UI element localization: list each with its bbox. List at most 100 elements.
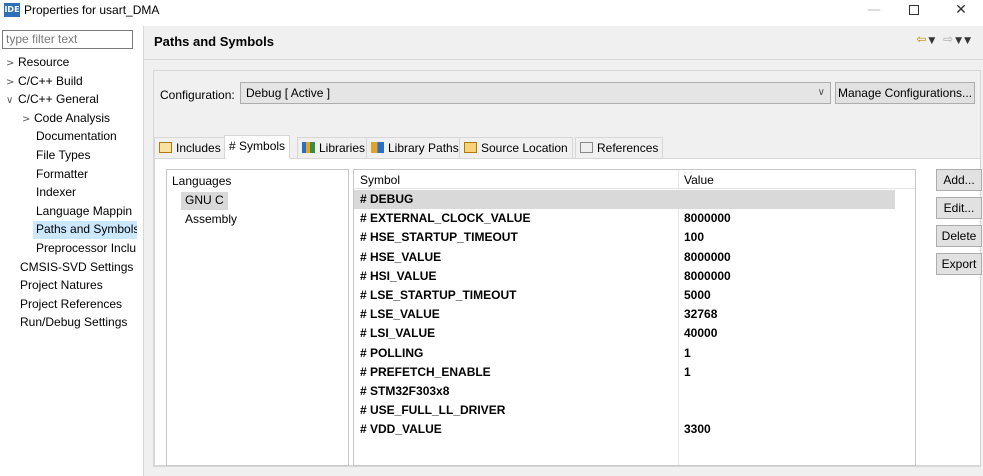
tab-label: References: [597, 141, 659, 155]
add-button[interactable]: Add...: [936, 169, 982, 191]
tree-item-documentation[interactable]: Documentation: [36, 128, 137, 146]
language-item-gnu-c[interactable]: GNU C: [181, 192, 228, 210]
tab-includes[interactable]: Includes: [154, 137, 226, 158]
table-row[interactable]: # EXTERNAL_CLOCK_VALUE 8000000: [354, 209, 895, 228]
column-header-value[interactable]: Value: [684, 173, 714, 187]
tree-item-cmsis-svd-settings[interactable]: CMSIS-SVD Settings: [20, 259, 137, 277]
language-label: Assembly: [185, 212, 238, 226]
tree-item-label: Language Mappin: [36, 203, 133, 218]
export-button[interactable]: Export: [936, 253, 982, 275]
tree-item-label: C/C++ General: [18, 92, 99, 107]
table-row[interactable]: # POLLING 1: [354, 344, 895, 363]
back-dropdown-icon[interactable]: ▼: [928, 36, 937, 46]
configuration-label: Configuration:: [160, 88, 235, 102]
tree-item-indexer[interactable]: Indexer: [36, 184, 137, 202]
tree-item-language-mappin[interactable]: Language Mappin: [36, 203, 137, 221]
chevron-right-icon[interactable]: >: [22, 111, 34, 128]
table-row[interactable]: # PREFETCH_ENABLE 1: [354, 363, 895, 382]
symbol-cell: # DEBUG: [360, 192, 414, 206]
chevron-right-icon[interactable]: >: [6, 55, 18, 72]
tree-item-resource[interactable]: > Resource: [6, 54, 137, 72]
symbol-cell: # LSE_STARTUP_TIMEOUT: [360, 288, 517, 302]
tree-item-file-types[interactable]: File Types: [36, 147, 137, 165]
table-row[interactable]: # HSE_STARTUP_TIMEOUT 100: [354, 228, 895, 247]
value-cell: 8000000: [684, 211, 731, 226]
symbol-cell: # LSE_VALUE: [360, 307, 440, 322]
tree-item-preprocessor-inclu[interactable]: Preprocessor Inclu: [36, 240, 137, 258]
edit-button[interactable]: Edit...: [936, 197, 982, 219]
symbol-cell: # HSE_VALUE: [360, 249, 442, 264]
languages-list[interactable]: Languages GNU C Assembly: [166, 169, 349, 466]
table-row[interactable]: # LSE_STARTUP_TIMEOUT 5000: [354, 286, 895, 305]
symbol-cell: # HSI_VALUE: [360, 268, 437, 283]
value-cell: 32768: [684, 307, 718, 322]
languages-header: Languages: [172, 174, 232, 188]
page-title: Paths and Symbols: [154, 34, 274, 49]
tree-item-label: Project References: [20, 296, 123, 311]
ide-app-icon: IDE: [4, 3, 20, 17]
tab-libraries[interactable]: Libraries: [297, 137, 371, 158]
symbols-table[interactable]: Symbol Value # DEBUG # EXTERNAL_CLOCK_VAL…: [353, 169, 916, 466]
tree-item-code-analysis[interactable]: > Code Analysis: [22, 110, 137, 128]
tree-item-c-c-general[interactable]: ∨ C/C++ General: [6, 91, 137, 109]
tree-item-run-debug-settings[interactable]: Run/Debug Settings: [20, 314, 137, 332]
tree-item-label: Paths and Symbols: [36, 222, 137, 237]
filter-input[interactable]: type filter text: [2, 30, 133, 49]
table-row[interactable]: # STM32F303x8: [354, 382, 895, 401]
table-row[interactable]: # VDD_VALUE 3300: [354, 420, 895, 439]
tab-library-paths[interactable]: Library Paths: [366, 137, 464, 158]
tree-item-label: File Types: [36, 148, 91, 162]
tree-item-label: Run/Debug Settings: [20, 315, 128, 330]
tree-item-label: Project Natures: [20, 278, 103, 293]
chevron-down-icon: ∨: [817, 87, 825, 98]
tree-item-paths-and-symbols[interactable]: Paths and Symbols: [33, 221, 137, 240]
source-location-icon: [464, 142, 477, 153]
tab-references[interactable]: References: [575, 137, 664, 158]
symbol-cell: # HSE_STARTUP_TIMEOUT: [360, 230, 518, 245]
tree-item-label: Documentation: [36, 129, 117, 144]
language-label: GNU C: [185, 193, 224, 207]
libraries-icon: [302, 142, 315, 153]
table-row[interactable]: # USE_FULL_LL_DRIVER: [354, 401, 895, 420]
tree-item-formatter[interactable]: Formatter: [36, 166, 137, 184]
tree-item-label: Indexer: [36, 185, 77, 200]
symbol-cell: # PREFETCH_ENABLE: [360, 364, 491, 379]
table-row[interactable]: # DEBUG: [354, 190, 895, 209]
tree-item-c-c-build[interactable]: > C/C++ Build: [6, 73, 137, 91]
tab-label: Source Location: [481, 141, 568, 155]
view-menu-icon[interactable]: ▼: [964, 36, 973, 46]
tree-item-project-natures[interactable]: Project Natures: [20, 277, 137, 295]
tab-source-location[interactable]: Source Location: [459, 137, 573, 158]
value-cell: 5000: [684, 288, 711, 302]
tab-label: Library Paths: [388, 141, 459, 155]
tree-item-project-references[interactable]: Project References: [20, 296, 137, 314]
value-cell: 1: [684, 364, 691, 379]
forward-icon[interactable]: ⇨: [943, 32, 955, 46]
configuration-select[interactable]: Debug [ Active ] ∨: [240, 82, 831, 104]
manage-configurations-button[interactable]: Manage Configurations...: [835, 82, 975, 104]
table-row[interactable]: # HSI_VALUE 8000000: [354, 267, 895, 286]
chevron-right-icon[interactable]: >: [6, 74, 18, 91]
chevron-down-icon[interactable]: ∨: [6, 92, 18, 109]
title-bar: IDE Properties for usart_DMA — ✕: [0, 0, 983, 22]
configuration-value: Debug [ Active ]: [246, 86, 331, 100]
close-button[interactable]: ✕: [938, 0, 983, 22]
language-item-assembly[interactable]: Assembly: [181, 211, 241, 229]
symbol-cell: # USE_FULL_LL_DRIVER: [360, 403, 506, 418]
table-row[interactable]: # HSE_VALUE 8000000: [354, 248, 895, 267]
table-row[interactable]: # LSE_VALUE 32768: [354, 305, 895, 324]
tab-symbols[interactable]: # Symbols: [224, 135, 291, 159]
scrollbar[interactable]: [896, 190, 915, 465]
back-icon[interactable]: ⇦: [916, 32, 928, 46]
divider: [144, 59, 983, 60]
value-cell: 1: [684, 345, 691, 360]
delete-button[interactable]: Delete: [936, 225, 982, 247]
page-navigation: ⇦▼ ⇨▼▼: [916, 32, 973, 46]
maximize-button[interactable]: [891, 0, 937, 22]
tree-item-label: CMSIS-SVD Settings: [20, 259, 134, 274]
tab-label: Symbols: [239, 139, 286, 153]
forward-dropdown-icon[interactable]: ▼: [955, 36, 964, 46]
column-header-symbol[interactable]: Symbol: [360, 173, 400, 187]
table-row[interactable]: # LSI_VALUE 40000: [354, 324, 895, 343]
value-cell: 40000: [684, 326, 718, 341]
